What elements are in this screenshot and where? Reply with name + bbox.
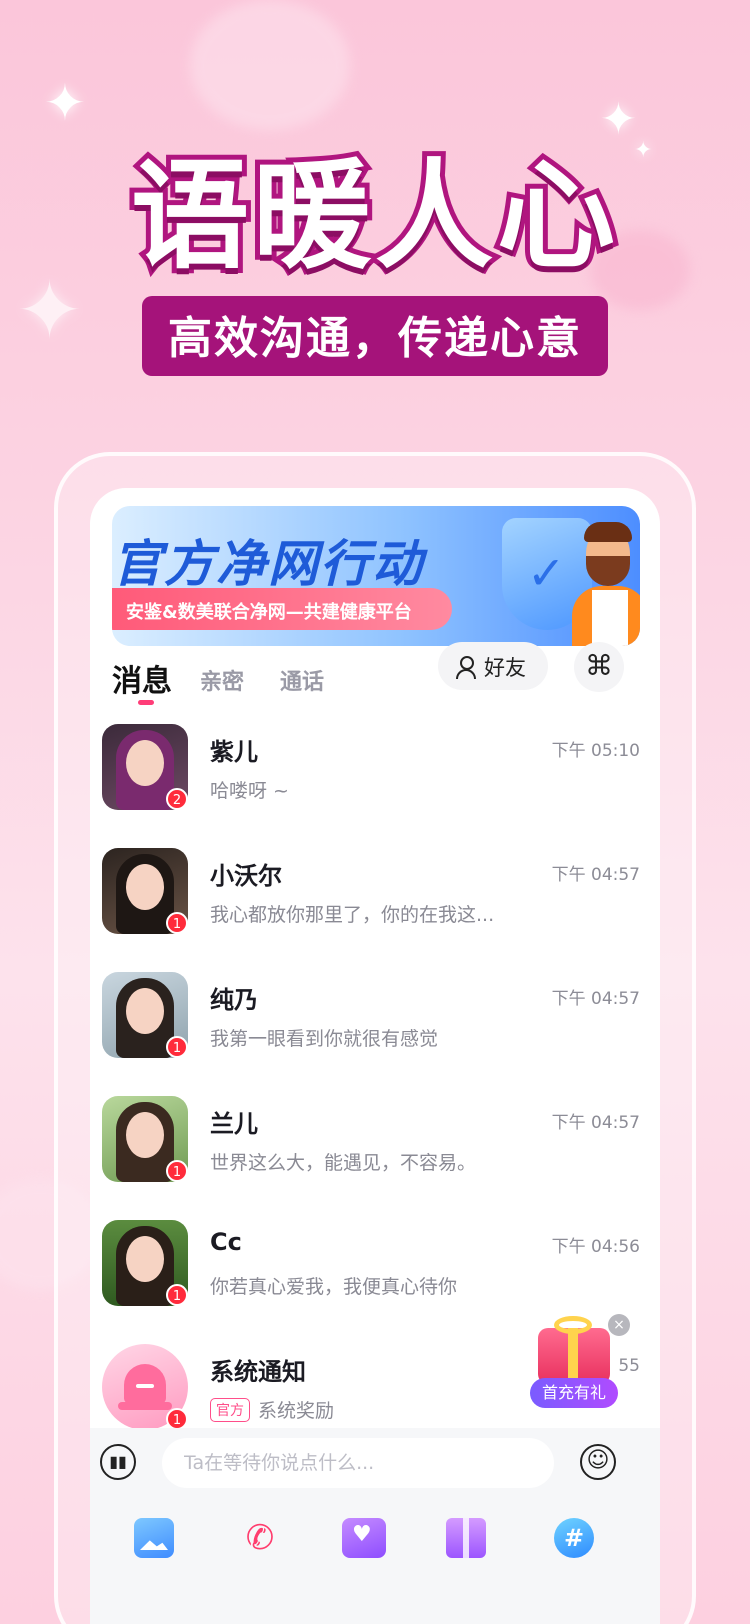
person-icon — [456, 656, 476, 679]
message-preview: 我心都放你那里了，你的在我这... — [210, 904, 495, 926]
promo-subline-wrap: 高效沟通，传递心意 — [0, 296, 750, 376]
message-preview: 你若真心爱我，我便真心待你 — [210, 1276, 458, 1298]
promo-subline: 高效沟通，传递心意 — [142, 296, 608, 376]
tab-bar: 消息 亲密 通话 好友 ⌘ — [112, 642, 640, 706]
unread-badge: 1 — [166, 912, 188, 934]
message-time: 下午 04:57 — [551, 1113, 640, 1133]
tab-intimate[interactable]: 亲密 — [200, 664, 244, 696]
gift-bow — [554, 1316, 592, 1334]
tab-calls[interactable]: 通话 — [280, 664, 324, 696]
banner-subtitle: 安鉴&数美联合净网—共建健康平台 — [112, 588, 452, 630]
message-preview: 我第一眼看到你就很有感觉 — [210, 1028, 439, 1050]
message-time: 下午 04:57 — [551, 865, 640, 885]
unread-badge: 1 — [166, 1284, 188, 1306]
unread-badge: 1 — [166, 1408, 188, 1430]
unread-badge: 2 — [166, 788, 188, 810]
message-preview: 系统奖励 — [258, 1400, 335, 1422]
conversation-item[interactable]: 1 兰儿 下午 04:57 世界这么大，能遇见，不容易。 — [102, 1092, 650, 1216]
contact-name: Cc — [210, 1228, 242, 1256]
apps-grid-icon[interactable]: ⌘ — [574, 642, 624, 692]
conversation-item[interactable]: 1 小沃尔 下午 04:57 我心都放你那里了，你的在我这... — [102, 844, 650, 968]
photo-icon[interactable] — [134, 1518, 174, 1558]
mascot-illustration — [572, 522, 640, 646]
friends-button[interactable]: 好友 — [438, 642, 548, 690]
official-tag: 官方 — [210, 1398, 250, 1422]
hashtag-icon[interactable]: # — [554, 1518, 594, 1558]
gift-label: 首充有礼 — [530, 1378, 618, 1408]
unread-badge: 1 — [166, 1160, 188, 1182]
check-icon: ✓ — [527, 546, 566, 600]
banner-title: 官方净网行动 — [112, 535, 424, 593]
phone-call-icon[interactable]: ✆ — [240, 1518, 280, 1558]
promo-headline: 语暖人心 — [126, 142, 620, 290]
conversation-item[interactable]: 1 纯乃 下午 04:57 我第一眼看到你就很有感觉 — [102, 968, 650, 1092]
voice-wave-icon[interactable]: ▮▮ — [100, 1444, 136, 1480]
active-tab-indicator — [138, 700, 154, 705]
contact-name: 紫儿 — [210, 738, 258, 766]
contact-name: 系统通知 — [210, 1358, 306, 1386]
gift-ribbon — [568, 1328, 578, 1384]
unread-badge: 1 — [166, 1036, 188, 1058]
message-time: 下午 04:56 — [551, 1237, 640, 1257]
conversation-item[interactable]: 2 紫儿 下午 05:10 哈喽呀 ~ — [102, 720, 650, 844]
message-preview: 世界这么大，能遇见，不容易。 — [210, 1152, 477, 1174]
message-preview: 哈喽呀 ~ — [210, 780, 289, 802]
official-banner[interactable]: 官方净网行动 安鉴&数美联合净网—共建健康平台 ✓ — [112, 506, 640, 646]
friends-button-label: 好友 — [484, 656, 526, 680]
contact-name: 纯乃 — [210, 986, 258, 1014]
smile-icon[interactable]: ☺ — [580, 1444, 616, 1480]
gift-icon[interactable] — [446, 1518, 486, 1558]
tab-messages[interactable]: 消息 — [112, 656, 172, 700]
chat-screen: 官方净网行动 安鉴&数美联合净网—共建健康平台 ✓ 消息 亲密 通话 好友 ⌘ … — [90, 488, 660, 1624]
message-time: 下午 04:57 — [551, 989, 640, 1009]
video-heart-icon[interactable] — [342, 1518, 386, 1558]
background-heart — [190, 0, 350, 130]
contact-name: 小沃尔 — [210, 862, 282, 890]
contact-name: 兰儿 — [210, 1110, 258, 1138]
message-composer: ▮▮ ☺ ✆ # — [90, 1428, 660, 1624]
first-recharge-gift[interactable]: 首充有礼 × — [530, 1314, 630, 1426]
message-input[interactable] — [162, 1438, 554, 1488]
message-time: 下午 05:10 — [551, 741, 640, 761]
close-icon[interactable]: × — [608, 1314, 630, 1336]
message-preview-wrap: 官方 系统奖励 — [210, 1396, 334, 1423]
